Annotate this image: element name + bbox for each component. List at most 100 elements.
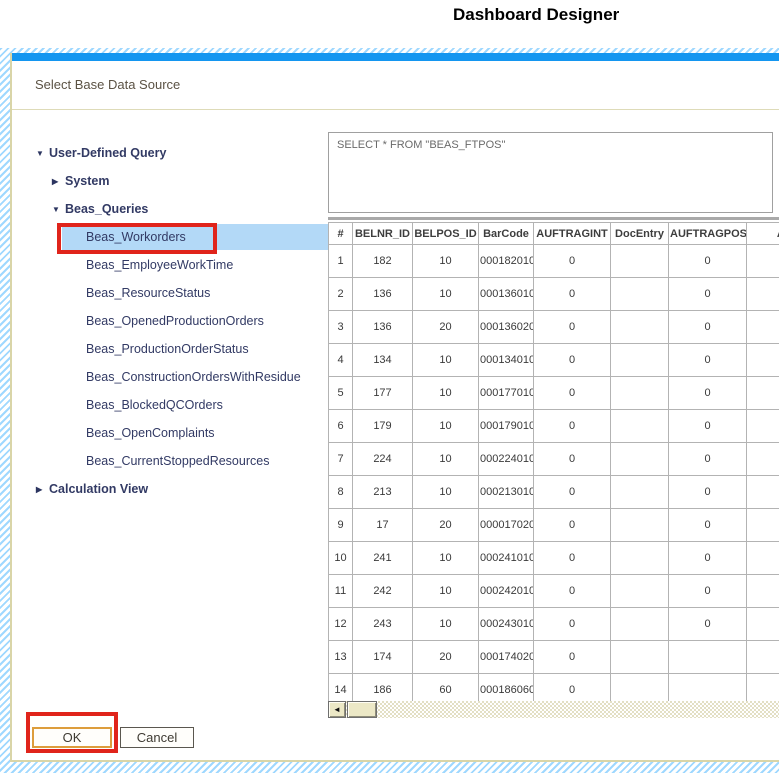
table-cell: 60	[413, 674, 479, 702]
column-header-auftragpos[interactable]: AUFTRAGPOS	[669, 223, 747, 245]
grid-splitter[interactable]	[328, 217, 779, 220]
table-cell	[611, 542, 669, 575]
horizontal-scrollbar-track[interactable]: ◄	[328, 701, 779, 718]
table-row[interactable]: 11821000018201000	[329, 245, 779, 278]
table-cell: 174	[353, 641, 413, 674]
scroll-left-button[interactable]: ◄	[328, 701, 346, 718]
table-cell: 0	[669, 575, 747, 608]
table-row[interactable]: 51771000017701000	[329, 377, 779, 410]
tree-item-beas-productionorderstatus[interactable]: Beas_ProductionOrderStatus	[12, 335, 328, 363]
table-cell: 0	[534, 641, 611, 674]
table-row[interactable]: 112421000024201000	[329, 575, 779, 608]
annotation-box-workorders	[57, 223, 217, 254]
panel-accent-bar	[12, 53, 779, 61]
table-cell: 0	[534, 278, 611, 311]
table-cell	[611, 608, 669, 641]
table-cell: 0	[669, 542, 747, 575]
table-cell: 7	[329, 443, 353, 476]
tree-item-beas-queries[interactable]: ▼Beas_Queries	[12, 195, 328, 223]
cancel-button[interactable]: Cancel	[120, 727, 194, 748]
tree-item-beas-blockedqcorders[interactable]: Beas_BlockedQCOrders	[12, 391, 328, 419]
collapse-icon[interactable]: ▼	[52, 205, 65, 214]
table-cell	[611, 245, 669, 278]
table-cell: 0	[669, 509, 747, 542]
table-cell: 0	[534, 476, 611, 509]
table-cell: 000136020	[479, 311, 534, 344]
table-cell: 0	[669, 410, 747, 443]
table-row[interactable]: 9172000001702000	[329, 509, 779, 542]
table-cell: 12	[329, 608, 353, 641]
column-header-auft[interactable]: AUFT	[747, 223, 779, 245]
tree-item-label: Beas_OpenedProductionOrders	[86, 314, 264, 328]
dialog-title: Select Base Data Source	[35, 77, 180, 92]
table-cell: 0	[669, 311, 747, 344]
table-row[interactable]: 31362000013602000	[329, 311, 779, 344]
table-row[interactable]: 61791000017901000	[329, 410, 779, 443]
table-cell	[747, 542, 779, 575]
table-cell: 0	[669, 344, 747, 377]
tree-item-beas-openedproductionorders[interactable]: Beas_OpenedProductionOrders	[12, 307, 328, 335]
table-cell: 9	[329, 509, 353, 542]
table-cell: 20	[413, 509, 479, 542]
table-cell: 0	[534, 608, 611, 641]
tree-item-user-defined-query[interactable]: ▼User-Defined Query	[12, 139, 328, 167]
sql-query-input[interactable]: SELECT * FROM "BEAS_FTPOS"	[328, 132, 773, 213]
table-cell: 000224010	[479, 443, 534, 476]
tree-item-system[interactable]: ▶System	[12, 167, 328, 195]
table-row[interactable]: 82131000021301000	[329, 476, 779, 509]
tree-item-label: User-Defined Query	[49, 146, 166, 160]
table-cell: 20	[413, 641, 479, 674]
column-header-belnr-id[interactable]: BELNR_ID	[353, 223, 413, 245]
table-cell: 0	[534, 575, 611, 608]
column-header-belpos-id[interactable]: BELPOS_ID	[413, 223, 479, 245]
tree-item-label: Beas_EmployeeWorkTime	[86, 258, 233, 272]
table-body: 1182100001820100021361000013601000313620…	[329, 245, 779, 702]
table-cell	[747, 608, 779, 641]
tree-item-beas-resourcestatus[interactable]: Beas_ResourceStatus	[12, 279, 328, 307]
column-header-barcode[interactable]: BarCode	[479, 223, 534, 245]
table-cell	[747, 410, 779, 443]
table-cell: 0	[534, 542, 611, 575]
scrollbar-thumb[interactable]	[347, 701, 377, 718]
table-cell	[747, 674, 779, 702]
collapse-icon[interactable]: ▼	[36, 149, 49, 158]
table-cell: 0	[534, 245, 611, 278]
table-cell: 0	[534, 344, 611, 377]
table-cell: 000134010	[479, 344, 534, 377]
table-cell: 0	[534, 443, 611, 476]
tree-item-beas-opencomplaints[interactable]: Beas_OpenComplaints	[12, 419, 328, 447]
table-row[interactable]: 13174200001740200	[329, 641, 779, 674]
table-cell	[747, 476, 779, 509]
table-cell	[611, 311, 669, 344]
tree-item-label: Beas_BlockedQCOrders	[86, 398, 223, 412]
table-cell: 10	[413, 608, 479, 641]
column-header-docentry[interactable]: DocEntry	[611, 223, 669, 245]
table-cell: 000017020	[479, 509, 534, 542]
table-cell: 000136010	[479, 278, 534, 311]
column-header-auftragint[interactable]: AUFTRAGINT	[534, 223, 611, 245]
table-cell	[747, 311, 779, 344]
table-cell: 224	[353, 443, 413, 476]
table-row[interactable]: 21361000013601000	[329, 278, 779, 311]
column-header--[interactable]: #	[329, 223, 353, 245]
expand-icon[interactable]: ▶	[52, 177, 65, 186]
table-cell: 213	[353, 476, 413, 509]
table-row[interactable]: 102411000024101000	[329, 542, 779, 575]
tree-item-beas-currentstoppedresources[interactable]: Beas_CurrentStoppedResources	[12, 447, 328, 475]
table-cell	[611, 509, 669, 542]
table-row[interactable]: 72241000022401000	[329, 443, 779, 476]
table-row[interactable]: 41341000013401000	[329, 344, 779, 377]
table-cell: 000177010	[479, 377, 534, 410]
tree-item-beas-employeeworktime[interactable]: Beas_EmployeeWorkTime	[12, 251, 328, 279]
table-row[interactable]: 122431000024301000	[329, 608, 779, 641]
table-cell: 17	[353, 509, 413, 542]
table-cell: 10	[329, 542, 353, 575]
tree-item-calculation-view[interactable]: ▶Calculation View	[12, 475, 328, 503]
tree-item-label: Beas_ResourceStatus	[86, 286, 210, 300]
table-row[interactable]: 14186600001860600	[329, 674, 779, 702]
table-cell	[611, 377, 669, 410]
expand-icon[interactable]: ▶	[36, 485, 49, 494]
tree-item-beas-constructionorderswithresidue[interactable]: Beas_ConstructionOrdersWithResidue	[12, 363, 328, 391]
table-cell: 0	[534, 410, 611, 443]
table-cell: 3	[329, 311, 353, 344]
